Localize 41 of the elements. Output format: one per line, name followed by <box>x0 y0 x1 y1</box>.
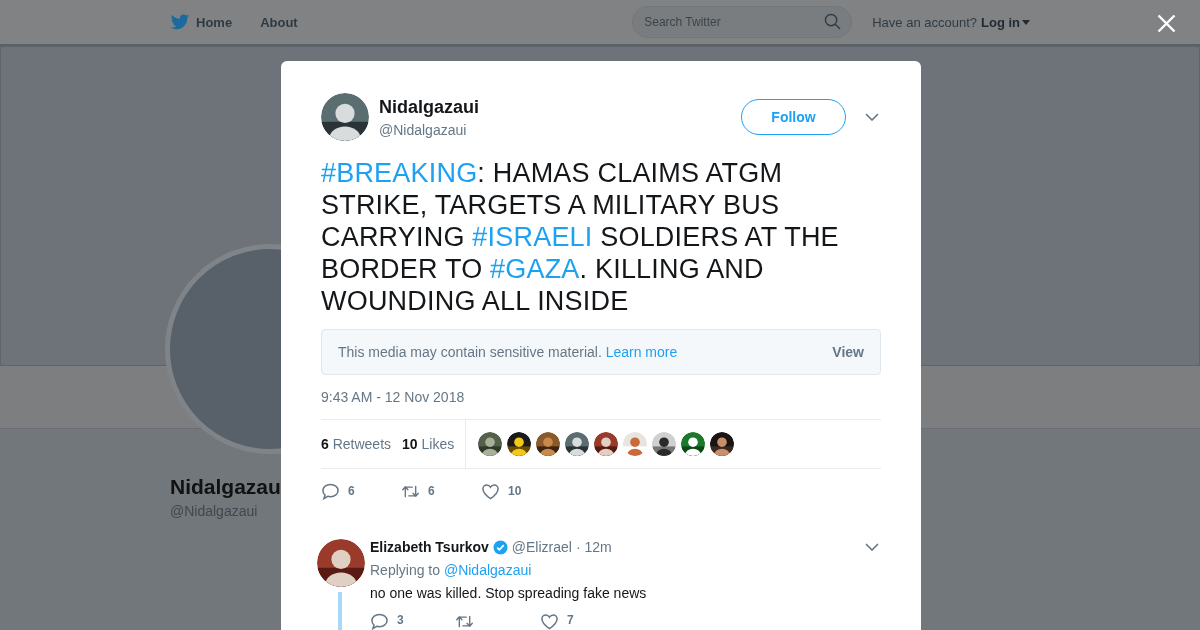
close-icon[interactable] <box>1157 14 1176 33</box>
account-prompt: Have an account? <box>872 14 977 30</box>
action-count: 10 <box>508 484 522 498</box>
retweet-icon[interactable] <box>455 613 474 630</box>
reply-handle[interactable]: @Elizrael <box>511 539 572 555</box>
replying-to-text: Replying to @Nidalgazaui <box>370 562 533 578</box>
tweet-text: #BREAKING: HAMAS CLAIMS ATGM STRIKE, TARGETS A MILITARY BUS CARRYING #ISRAELI SOLDIERS AT THE BORDER TO #GAZA. KILLING AND WOUNDING ALL INSIDE <box>321 157 840 317</box>
reply-text: no one was killed. Stop spreading fake news <box>370 585 648 601</box>
author-handle[interactable]: @Nidalgazaui <box>379 121 480 138</box>
caret-down-icon[interactable] <box>1022 19 1030 25</box>
nav-link[interactable]: About <box>260 14 298 30</box>
bird-icon <box>170 13 190 31</box>
action-count: 3 <box>397 613 404 629</box>
notice-text: This media may contain sensitive material. Learn more <box>338 344 678 360</box>
heart-icon[interactable] <box>481 482 500 500</box>
mention-link[interactable]: @Nidalgazaui <box>443 562 532 578</box>
speech-bubble-icon[interactable] <box>370 613 389 630</box>
chevron-down-icon[interactable] <box>865 113 879 121</box>
stat-count[interactable]: 10 Likes <box>402 436 455 452</box>
view-button[interactable]: View <box>832 344 864 360</box>
stat-count[interactable]: 6 Retweets <box>321 436 392 452</box>
follow-button[interactable]: Follow <box>741 99 846 135</box>
nav-link[interactable]: Home <box>170 13 233 31</box>
author-name[interactable]: Nidalgazaui <box>379 96 480 118</box>
heart-icon[interactable] <box>540 613 559 630</box>
login-link[interactable]: Log in <box>981 14 1030 30</box>
reply-time[interactable]: · 12m <box>575 539 612 555</box>
action-count: 7 <box>567 613 574 629</box>
action-count: 6 <box>348 484 355 498</box>
learn-more-link[interactable]: Learn more <box>605 344 678 360</box>
speech-bubble-icon[interactable] <box>321 482 340 500</box>
profile-name: Nidalgazau <box>170 475 281 499</box>
hashtag-link[interactable]: #GAZA <box>490 254 580 284</box>
timestamp: 9:43 AM - 12 Nov 2018 <box>321 389 466 405</box>
action-count: 6 <box>428 484 435 498</box>
search-field[interactable]: Search Twitter <box>632 6 853 38</box>
search-icon[interactable] <box>824 13 842 30</box>
hashtag-link[interactable]: #ISRAELI <box>472 222 593 252</box>
reply-author-name[interactable]: Elizabeth Tsurkov <box>370 539 489 555</box>
chevron-down-icon[interactable] <box>865 543 879 551</box>
hashtag-link[interactable]: #BREAKING <box>321 158 478 188</box>
